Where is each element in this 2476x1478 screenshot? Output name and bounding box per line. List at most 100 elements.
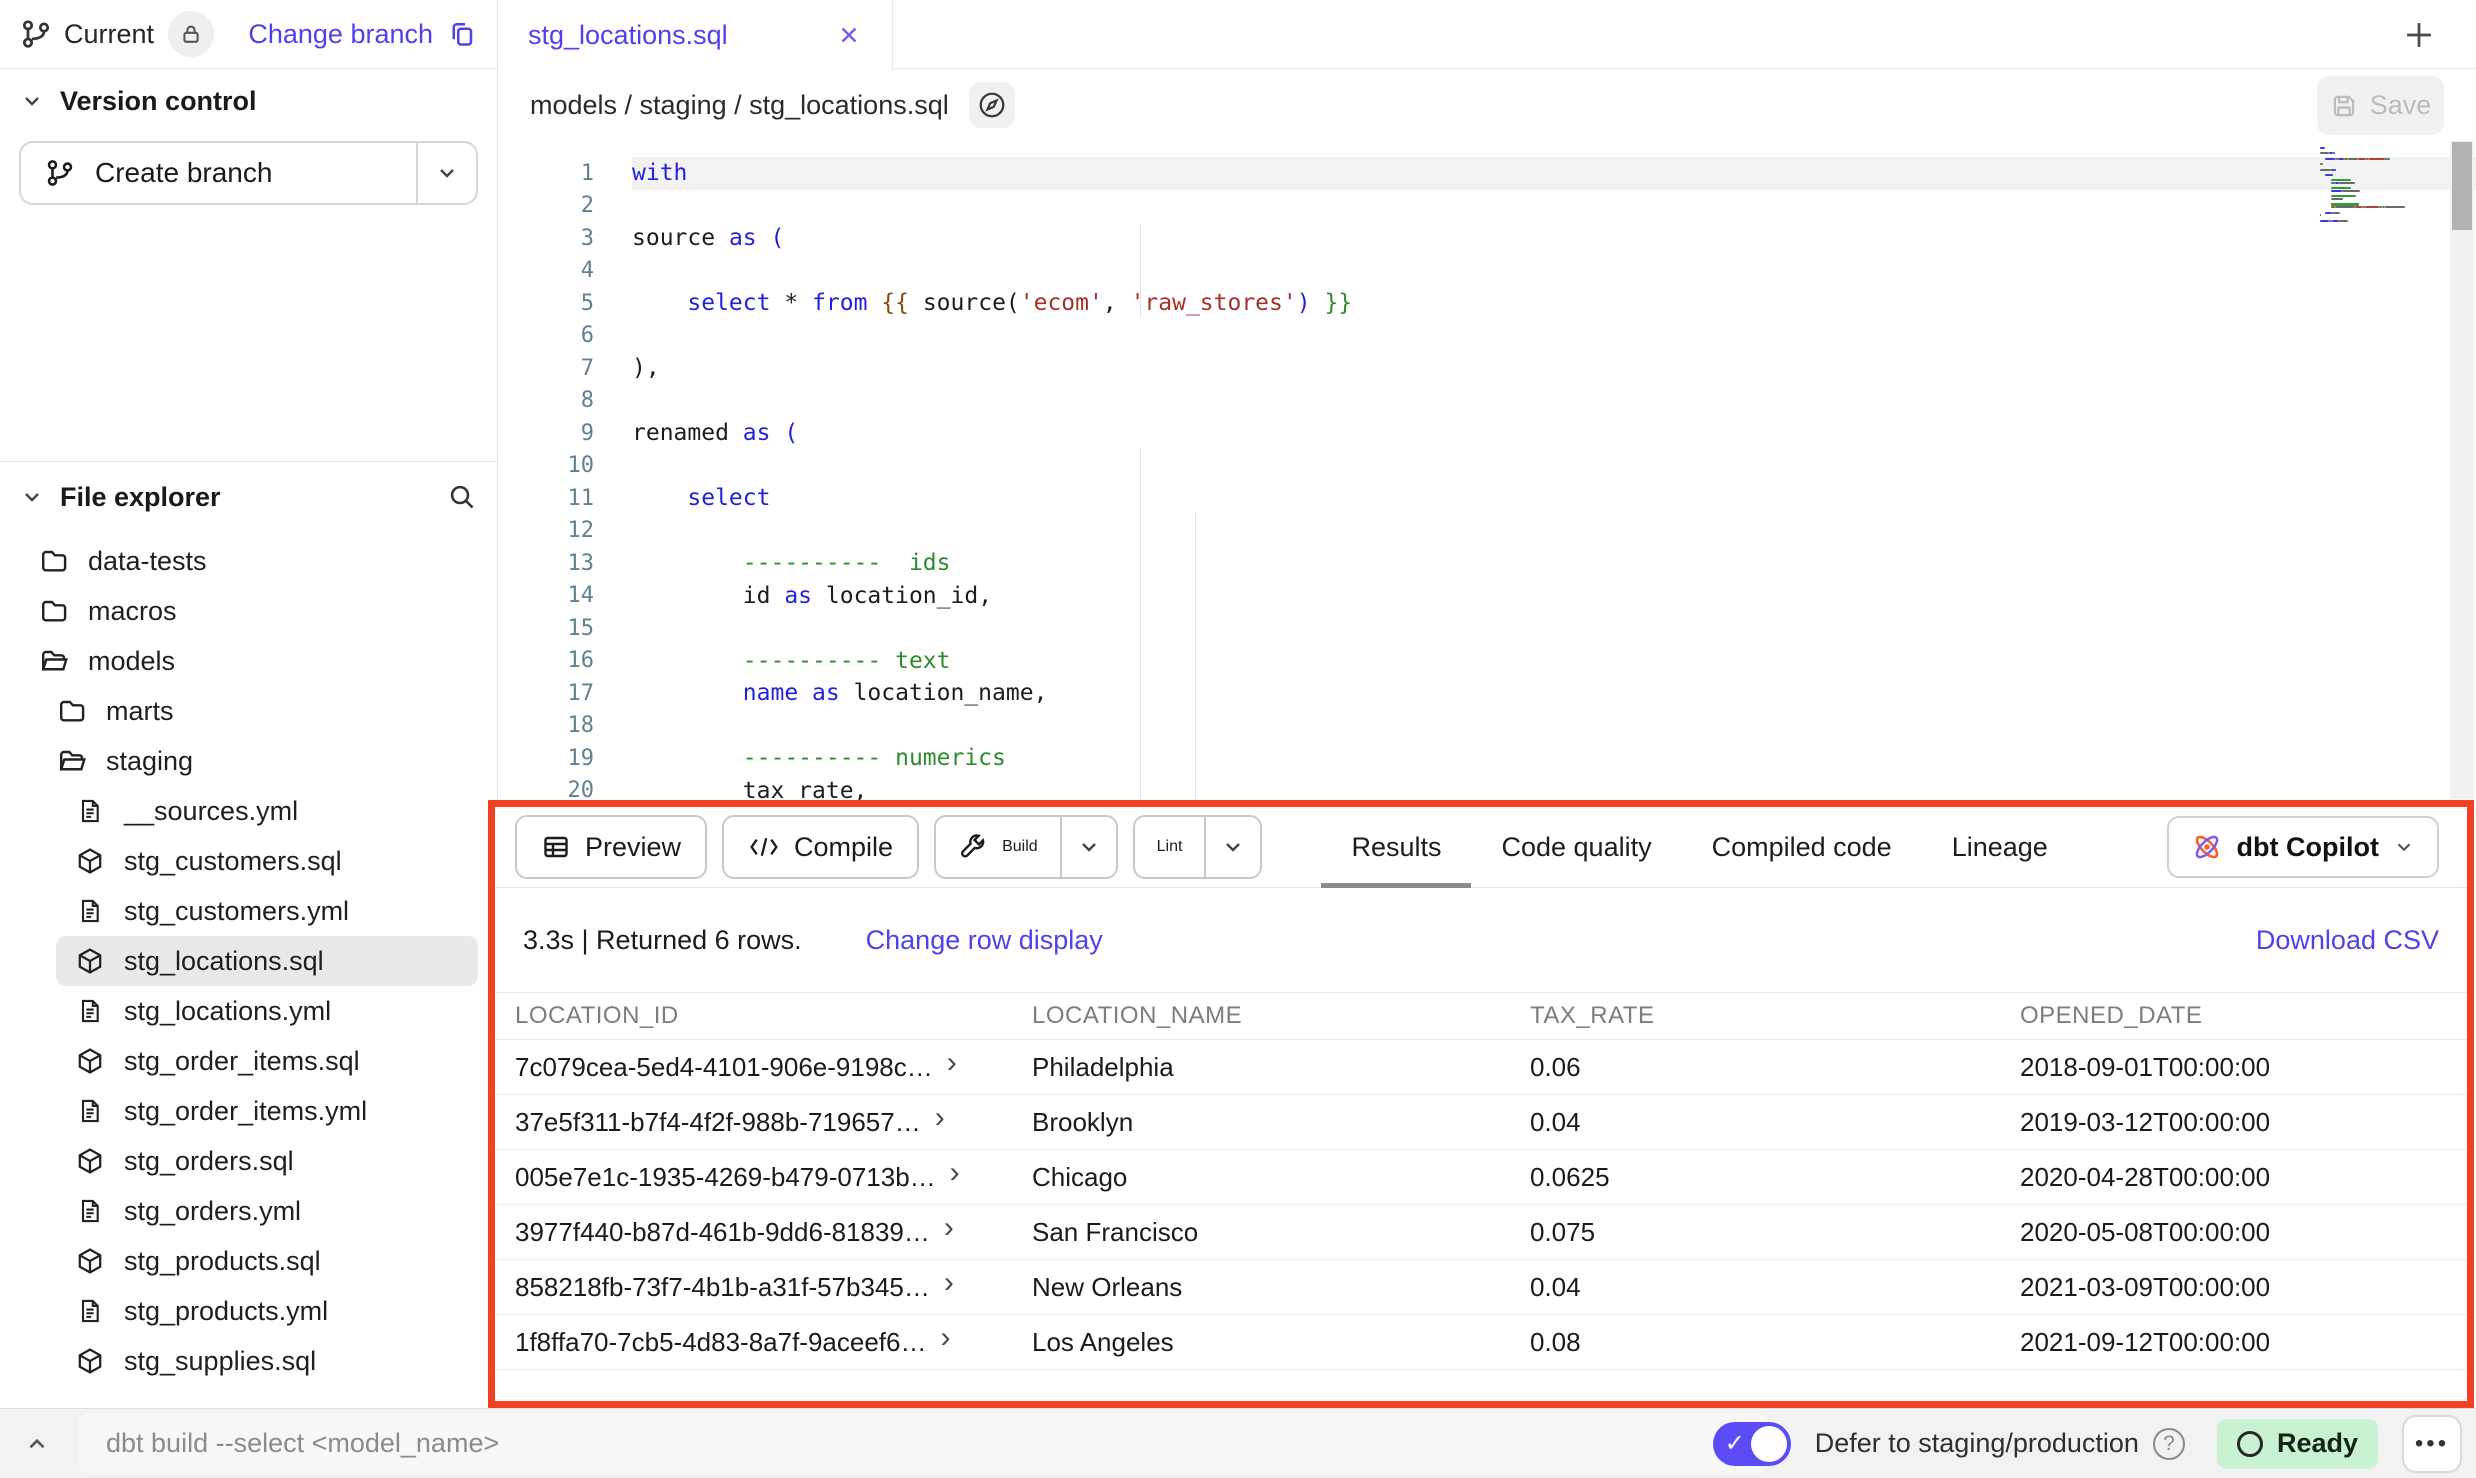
- file-item-stg-locations-sql[interactable]: stg_locations.sql: [56, 936, 478, 986]
- file-item-stg-order-items-sql[interactable]: stg_order_items.sql: [0, 1036, 497, 1086]
- code-line-10[interactable]: 10: [498, 450, 2476, 483]
- file-item-stg-order-items-yml[interactable]: stg_order_items.yml: [0, 1086, 497, 1136]
- line-number: 16: [498, 648, 632, 673]
- code-line-17[interactable]: 17 name as location_name,: [498, 677, 2476, 710]
- file-item-stg-products-sql[interactable]: stg_products.sql: [0, 1236, 497, 1286]
- code-text: select * from {{ source('ecom', 'raw_sto…: [632, 290, 1352, 316]
- row-expand-icon[interactable]: ›: [947, 1053, 957, 1073]
- save-button[interactable]: Save: [2317, 76, 2444, 135]
- model-cube-icon: [74, 1146, 106, 1176]
- code-line-12[interactable]: 12: [498, 515, 2476, 548]
- cell-tax-rate: 0.06: [1510, 1052, 2000, 1083]
- lint-button[interactable]: Lint: [1133, 815, 1263, 879]
- create-branch-dropdown[interactable]: [416, 143, 476, 203]
- file-item-staging[interactable]: staging: [0, 736, 497, 786]
- line-number: 19: [498, 746, 632, 771]
- scrollbar-thumb[interactable]: [2452, 142, 2472, 230]
- row-expand-icon[interactable]: ›: [940, 1328, 950, 1348]
- preview-button[interactable]: Preview: [515, 815, 707, 879]
- line-number: 9: [498, 421, 632, 446]
- file-item-macros[interactable]: macros: [0, 586, 497, 636]
- code-line-19[interactable]: 19 ---------- numerics: [498, 742, 2476, 775]
- tab-stg-locations[interactable]: stg_locations.sql: [498, 0, 893, 70]
- code-line-3[interactable]: 3source as (: [498, 222, 2476, 255]
- minimap[interactable]: [2320, 147, 2432, 222]
- build-dropdown[interactable]: [1060, 817, 1116, 877]
- download-csv-link[interactable]: Download CSV: [2256, 925, 2439, 956]
- lineage-compass-icon[interactable]: [969, 82, 1015, 128]
- new-tab-icon[interactable]: [2402, 18, 2436, 52]
- file-item-stg-products-yml[interactable]: stg_products.yml: [0, 1286, 497, 1336]
- cell-location-id: 1f8ffa70-7cb5-4d83-8a7f-9aceef6…›: [495, 1327, 1012, 1358]
- code-line-1[interactable]: 1with: [498, 157, 2476, 190]
- file-item-stg-supplies-sql[interactable]: stg_supplies.sql: [0, 1336, 497, 1386]
- create-branch-button[interactable]: Create branch: [19, 141, 478, 205]
- change-branch-link[interactable]: Change branch: [248, 19, 433, 50]
- create-branch-label: Create branch: [95, 157, 272, 189]
- file-item--sources-yml[interactable]: __sources.yml: [0, 786, 497, 836]
- file-item-marts[interactable]: marts: [0, 686, 497, 736]
- model-cube-icon: [74, 1346, 106, 1376]
- ready-circle-icon: [2237, 1431, 2263, 1457]
- table-icon: [541, 832, 571, 862]
- file-item-stg-locations-yml[interactable]: stg_locations.yml: [0, 986, 497, 1036]
- lint-dropdown[interactable]: [1204, 817, 1260, 877]
- file-item-stg-customers-sql[interactable]: stg_customers.sql: [0, 836, 497, 886]
- code-lines: 1with23source as (45 select * from {{ so…: [498, 157, 2476, 840]
- code-line-4[interactable]: 4: [498, 255, 2476, 288]
- code-line-16[interactable]: 16 ---------- text: [498, 645, 2476, 678]
- model-cube-icon: [74, 1246, 106, 1276]
- panel-tab-results[interactable]: Results: [1321, 807, 1471, 887]
- file-item-stg-customers-yml[interactable]: stg_customers.yml: [0, 886, 497, 936]
- panel-tab-lineage[interactable]: Lineage: [1922, 807, 2078, 887]
- code-text: id as location_id,: [632, 583, 992, 609]
- copy-icon[interactable]: [447, 19, 477, 49]
- code-line-5[interactable]: 5 select * from {{ source('ecom', 'raw_s…: [498, 287, 2476, 320]
- panel-tab-code-quality[interactable]: Code quality: [1471, 807, 1681, 887]
- code-line-11[interactable]: 11 select: [498, 482, 2476, 515]
- cell-location-name: New Orleans: [1012, 1272, 1510, 1303]
- row-expand-icon[interactable]: ›: [935, 1108, 945, 1128]
- line-number: 6: [498, 323, 632, 348]
- code-line-8[interactable]: 8: [498, 385, 2476, 418]
- code-line-14[interactable]: 14 id as location_id,: [498, 580, 2476, 613]
- code-line-9[interactable]: 9renamed as (: [498, 417, 2476, 450]
- defer-toggle[interactable]: ✓: [1713, 1422, 1791, 1466]
- chevron-up-icon[interactable]: [24, 1431, 50, 1457]
- row-expand-icon[interactable]: ›: [944, 1218, 954, 1238]
- close-icon[interactable]: [836, 22, 862, 48]
- file-item-data-tests[interactable]: data-tests: [0, 536, 497, 586]
- panel-tab-compiled-code[interactable]: Compiled code: [1682, 807, 1922, 887]
- table-row: 37e5f311-b7f4-4f2f-988b-719657…›Brooklyn…: [495, 1095, 2467, 1150]
- dbt-copilot-button[interactable]: dbt Copilot: [2167, 816, 2439, 878]
- version-control-header[interactable]: Version control: [0, 69, 497, 133]
- code-line-13[interactable]: 13 ---------- ids: [498, 547, 2476, 580]
- file-item-label: stg_customers.yml: [124, 896, 349, 927]
- overflow-menu-button[interactable]: •••: [2402, 1415, 2462, 1473]
- code-line-15[interactable]: 15: [498, 612, 2476, 645]
- editor-scrollbar[interactable]: [2450, 141, 2474, 799]
- file-item-models[interactable]: models: [0, 636, 497, 686]
- ready-label: Ready: [2277, 1428, 2358, 1459]
- cell-opened-date: 2020-05-08T00:00:00: [2000, 1217, 2467, 1248]
- code-line-7[interactable]: 7),: [498, 352, 2476, 385]
- row-expand-icon[interactable]: ›: [944, 1273, 954, 1293]
- help-icon[interactable]: ?: [2153, 1428, 2185, 1460]
- search-icon[interactable]: [447, 482, 477, 512]
- status-badge[interactable]: Ready: [2217, 1419, 2378, 1469]
- dbt-command-input[interactable]: dbt build --select <model_name>: [78, 1413, 1768, 1474]
- file-item-stg-orders-sql[interactable]: stg_orders.sql: [0, 1136, 497, 1186]
- code-line-6[interactable]: 6: [498, 320, 2476, 353]
- change-row-display-link[interactable]: Change row display: [866, 925, 1103, 956]
- code-line-18[interactable]: 18: [498, 710, 2476, 743]
- code-line-2[interactable]: 2: [498, 190, 2476, 223]
- compile-button[interactable]: Compile: [722, 815, 919, 879]
- indent-guide: [1140, 449, 1141, 803]
- cell-location-name: San Francisco: [1012, 1217, 1510, 1248]
- line-number: 10: [498, 453, 632, 478]
- build-button[interactable]: Build: [934, 815, 1118, 879]
- file-explorer-header[interactable]: File explorer: [0, 462, 497, 532]
- row-expand-icon[interactable]: ›: [950, 1163, 960, 1183]
- file-item-stg-orders-yml[interactable]: stg_orders.yml: [0, 1186, 497, 1236]
- column-header-location_id: LOCATION_ID: [495, 1002, 1012, 1030]
